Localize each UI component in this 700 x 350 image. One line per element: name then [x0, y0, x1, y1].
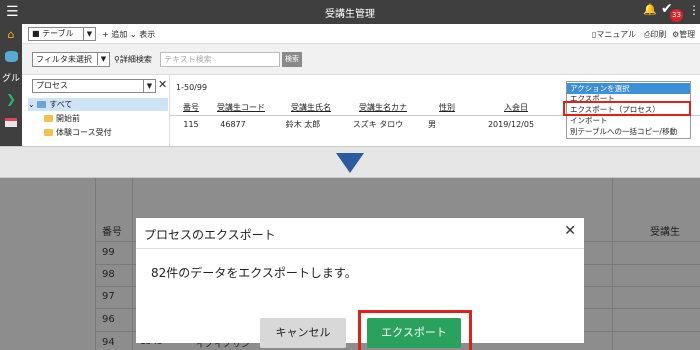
table-select[interactable]: ■ テーブル ▼ [28, 27, 96, 41]
close-icon[interactable]: ✕ [564, 223, 576, 239]
process-tree-panel: プロセス ▼ ✕ ⌄ すべて 開始前 体験コース受付 [22, 75, 170, 146]
database-icon[interactable] [5, 51, 18, 62]
advanced-search-link[interactable]: ⚲詳細検索 [114, 54, 152, 65]
filter-bar: フィルタ未選択 ▼ ⚲詳細検索 テキスト検索 検索 [22, 44, 700, 75]
cell-student-kana[interactable]: スズキ タロウ [348, 119, 408, 131]
tree-item-label: 体験コース受付 [56, 128, 112, 137]
tree-item-label: すべて [49, 100, 73, 109]
folder-icon [44, 115, 53, 122]
view-button[interactable]: ⌄ 表示 [130, 29, 155, 40]
sidebar-group-label[interactable]: グル [0, 71, 22, 84]
expand-icon: ⌄ [28, 100, 38, 109]
filter-select[interactable]: フィルタ未選択 ▼ [32, 52, 110, 67]
down-arrow-icon [336, 153, 364, 173]
view-label: 表示 [139, 30, 156, 39]
manual-label: マニュアル [596, 30, 637, 39]
chevron-down-icon: ▼ [97, 53, 109, 65]
print-link[interactable]: ⎙印刷 [644, 29, 666, 40]
bg-row-number: 97 [102, 291, 115, 302]
app-title: 受講生管理 [325, 9, 375, 20]
folder-icon [37, 101, 47, 108]
bg-header-right: 受講生 [650, 227, 680, 238]
bg-row-number: 96 [102, 314, 115, 325]
filter-select-value: フィルタ未選択 [36, 55, 92, 64]
tree-item-trial-course[interactable]: 体験コース受付 [44, 126, 112, 139]
cell-number[interactable]: 115 [176, 119, 206, 131]
bg-row-number: 99 [102, 247, 115, 258]
process-select-value: プロセス [36, 81, 68, 90]
chevron-down-icon: ▼ [143, 80, 155, 92]
title-bar: ☰ 受講生管理 🔔 ✔ 33 ⋮ [0, 0, 700, 24]
bg-row-number: 94 [102, 337, 115, 348]
table-icon[interactable] [5, 118, 17, 127]
action-option-import[interactable]: インポート [567, 115, 690, 126]
bottom-screenshot: 番号 受講生 99 98 97 96 94 1545 イノイノリン プロセスのエ… [0, 178, 700, 350]
manual-link[interactable]: ▯マニュアル [592, 29, 636, 40]
close-icon[interactable]: ✕ [158, 78, 167, 91]
dialog-divider [136, 248, 584, 249]
bg-header-number: 番号 [102, 227, 122, 238]
column-header-student-name[interactable]: 受講生氏名 [278, 101, 344, 115]
dialog-title: プロセスのエクスポート [144, 228, 276, 242]
chevron-down-icon: ▼ [83, 28, 95, 40]
toolbar: ■ テーブル ▼ + 追加 ⌄ 表示 ▯マニュアル ⎙印刷 ⚙管理 [22, 24, 700, 44]
notification-badge: 33 [670, 9, 683, 22]
process-select[interactable]: プロセス ▼ [32, 79, 156, 93]
top-screenshot: ☰ 受講生管理 🔔 ✔ 33 ⋮ ⌂ グル ❯ ■ テーブル ▼ + 追加 ⌄ … [0, 0, 700, 146]
grid-icon: ■ [32, 29, 43, 38]
action-option-bulk-copy[interactable]: 別テーブルへの一括コピー/移動 [567, 126, 690, 137]
home-icon[interactable]: ⌂ [0, 28, 22, 41]
left-sidebar: ⌂ グル ❯ [0, 24, 22, 146]
tree-item-label: 開始前 [56, 114, 80, 123]
column-header-gender[interactable]: 性別 [422, 101, 472, 115]
search-button[interactable]: 検索 [282, 52, 302, 67]
column-header-number[interactable]: 番号 [176, 101, 206, 115]
cell-student-code[interactable]: 46877 [208, 119, 258, 131]
more-vertical-icon[interactable]: ⋮ [688, 3, 700, 17]
column-header-join-date[interactable]: 入会日 [476, 101, 556, 115]
column-header-student-code[interactable]: 受講生コード [208, 101, 274, 115]
record-count: 1-50/99 [176, 83, 208, 92]
cell-gender[interactable]: 男 [422, 119, 442, 131]
advanced-search-label: 詳細検索 [119, 55, 152, 64]
add-button[interactable]: + 追加 [102, 29, 127, 40]
dialog-message: 82件のデータをエクスポートします。 [151, 266, 357, 280]
table-select-value: テーブル [42, 29, 74, 38]
export-button[interactable]: エクスポート [367, 318, 461, 348]
text-search-input[interactable]: テキスト検索 [160, 52, 280, 67]
cancel-button[interactable]: キャンセル [260, 318, 346, 348]
manage-label: 管理 [679, 30, 696, 39]
export-dialog: プロセスのエクスポート ✕ 82件のデータをエクスポートします。 キャンセル エ… [136, 218, 584, 350]
bell-icon[interactable]: 🔔 [643, 3, 657, 16]
manage-link[interactable]: ⚙管理 [672, 29, 695, 40]
bg-row-number: 98 [102, 269, 115, 280]
folder-icon [44, 129, 53, 136]
print-label: 印刷 [650, 30, 667, 39]
highlight-box-export-process [563, 101, 691, 116]
add-label: 追加 [111, 30, 128, 39]
cell-student-name[interactable]: 鈴木 太郎 [278, 119, 328, 131]
transition-band [0, 146, 700, 178]
column-header-student-kana[interactable]: 受講生名カナ [348, 101, 418, 115]
tree-item-before-start[interactable]: 開始前 [44, 112, 80, 125]
tree-item-all[interactable]: ⌄ すべて [28, 98, 168, 111]
cell-join-date[interactable]: 2019/12/05 [476, 119, 546, 131]
chevron-right-icon[interactable]: ❯ [0, 92, 22, 106]
